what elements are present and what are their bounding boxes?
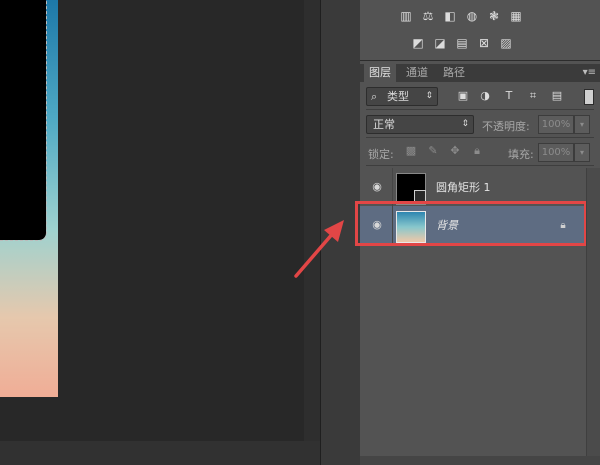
selective-icon[interactable]: ⊠ xyxy=(476,36,492,50)
transform-icon[interactable]: ⌗ xyxy=(526,89,540,103)
blend-mode-select[interactable]: 正常 ⇕ xyxy=(366,115,474,134)
text-T-icon[interactable]: T xyxy=(502,89,516,103)
lock-label: 锁定: xyxy=(368,148,394,161)
blend-mode-value: 正常 xyxy=(373,118,395,131)
layer-filter-row: ⌕ 类型 ⇕ ▣ ◑ T ⌗ ▤ xyxy=(360,84,600,108)
filter-type-label: 类型 xyxy=(387,90,409,103)
panel-bottom-bar xyxy=(360,456,600,465)
rounded-rectangle-selection xyxy=(0,0,47,241)
lock-all-icon[interactable]: 🔒︎ xyxy=(470,144,484,158)
adjustments-panel: ▥ ⚖ ◧ ◍ ❃ ▦ ◩ ◪ ▤ ⊠ ▨ xyxy=(360,0,600,61)
panel-tab-bar: 图层 通道 路径 ▾≡ xyxy=(360,64,600,82)
layers-scrollbar[interactable] xyxy=(586,168,600,465)
fill-label: 填充: xyxy=(508,148,534,161)
tab-paths[interactable]: 路径 xyxy=(438,64,470,82)
blend-row: 正常 ⇕ 不透明度: 100% ▾ xyxy=(360,112,600,136)
highlight-box xyxy=(355,201,587,246)
layer-row-background[interactable]: ◉ 背景 🔒︎ xyxy=(355,201,587,246)
divider xyxy=(366,165,594,166)
camera-filter-icon[interactable]: ◍ xyxy=(464,9,480,23)
annotation-arrow xyxy=(294,220,344,278)
right-panel-dock: ▥ ⚖ ◧ ◍ ❃ ▦ ◩ ◪ ▤ ⊠ ▨ 图层 通道 路径 ▾≡ ⌕ 类型 ⇕ xyxy=(355,0,600,465)
layers-panel: 图层 通道 路径 ▾≡ ⌕ 类型 ⇕ ▣ ◑ T ⌗ ▤ 正常 ⇕ 不透明度: xyxy=(355,64,600,465)
filter-type-select[interactable]: ⌕ 类型 ⇕ xyxy=(366,87,438,106)
opacity-label: 不透明度: xyxy=(482,120,530,133)
gradient-square-icon[interactable]: ▨ xyxy=(498,36,514,50)
tab-channels[interactable]: 通道 xyxy=(401,64,433,82)
curves-icon[interactable]: ◩ xyxy=(410,36,426,50)
color-dots-icon[interactable]: ❃ xyxy=(486,9,502,23)
smart-object-icon[interactable]: ▤ xyxy=(550,89,564,103)
lock-row: 锁定: ▩ ✎ ✥ 🔒︎ 填充: 100% ▾ xyxy=(360,140,600,164)
map-icon[interactable]: ▤ xyxy=(454,36,470,50)
circle-half-icon[interactable]: ◑ xyxy=(478,89,492,103)
diagonal-gradient-icon[interactable]: ◪ xyxy=(432,36,448,50)
panel-menu-icon[interactable]: ▾≡ xyxy=(583,64,596,82)
lock-position-icon[interactable]: ✥ xyxy=(448,144,462,158)
opacity-field[interactable]: 100% xyxy=(538,115,574,134)
canvas-horizontal-scrollbar[interactable] xyxy=(0,441,320,465)
image-icon[interactable]: ▣ xyxy=(456,89,470,103)
grid-icon[interactable]: ▦ xyxy=(508,9,524,23)
updown-caret-icon: ⇕ xyxy=(461,119,469,129)
eye-icon[interactable]: ◉ xyxy=(370,181,384,193)
layers-list: ◉ 圆角矩形 1 ◉ 背景 🔒︎ xyxy=(355,168,587,465)
fill-field[interactable]: 100% xyxy=(538,143,574,162)
lock-brush-icon[interactable]: ✎ xyxy=(426,144,440,158)
levels-icon[interactable]: ▥ xyxy=(398,9,414,23)
fill-dropdown-button[interactable]: ▾ xyxy=(574,143,590,162)
document-canvas[interactable] xyxy=(0,0,320,465)
tab-layers[interactable]: 图层 xyxy=(364,64,396,82)
lock-transparency-icon[interactable]: ▩ xyxy=(404,144,418,158)
filter-toggle-switch[interactable] xyxy=(584,89,594,105)
divider xyxy=(366,109,594,110)
updown-caret-icon: ⇕ xyxy=(425,91,433,101)
opacity-dropdown-button[interactable]: ▾ xyxy=(574,115,590,134)
divider xyxy=(366,137,594,138)
search-icon: ⌕ xyxy=(371,90,378,103)
balance-icon[interactable]: ⚖ xyxy=(420,9,436,23)
half-square-icon[interactable]: ◧ xyxy=(442,9,458,23)
